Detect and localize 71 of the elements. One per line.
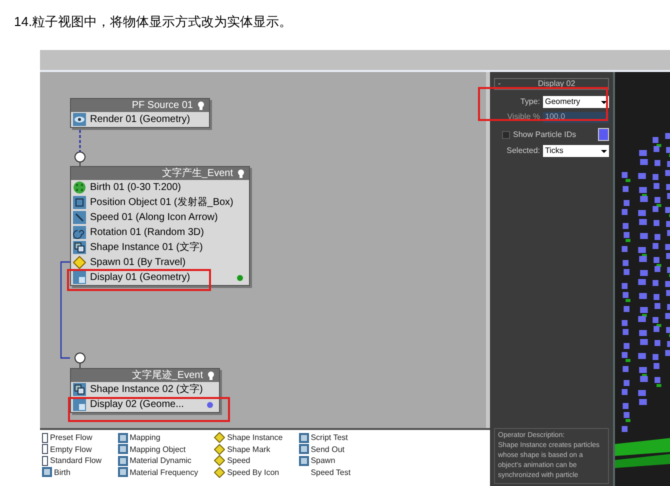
operator-icon	[118, 456, 128, 466]
spiral-icon	[73, 226, 86, 239]
depot-item[interactable]: Empty Flow	[42, 444, 102, 455]
selected-label: Selected:	[506, 145, 540, 157]
type-label: Type:	[520, 96, 540, 108]
caret-icon	[601, 100, 607, 104]
display-icon	[73, 271, 86, 284]
operator-icon	[298, 432, 309, 443]
operator-row[interactable]: Render 01 (Geometry)	[73, 112, 190, 127]
depot-item[interactable]: Preset Flow	[42, 432, 102, 444]
depot-item[interactable]: Standard Flow	[42, 455, 102, 466]
caret-icon	[601, 150, 607, 152]
depot-item[interactable]: Mapping Object	[118, 444, 198, 455]
operator-row[interactable]: Spawn 01 (By Travel)	[73, 255, 186, 270]
operator-icon	[118, 467, 128, 478]
event-node[interactable]: 文字尾迹_Event Shape Instance 02 (文字) Display 02 (Geome...	[70, 368, 220, 413]
depot-item[interactable]: Material Frequency	[118, 466, 198, 478]
depot-item[interactable]: Shape Mark	[214, 444, 283, 455]
depot-item[interactable]: Speed By Icon	[214, 466, 283, 478]
operator-icon	[298, 444, 309, 454]
depot-item[interactable]: Spawn	[298, 455, 351, 466]
visible-label: Visible %	[507, 111, 540, 123]
diamond-icon	[214, 444, 226, 455]
event-title: 文字产生_Event	[162, 167, 233, 180]
operator-row[interactable]: Display 01 (Geometry)	[73, 270, 190, 285]
show-ids-checkbox[interactable]	[502, 130, 510, 138]
event-title: PF Source 01	[132, 99, 193, 112]
depot-item[interactable]: Speed	[214, 455, 283, 466]
dotted-sphere-icon	[73, 181, 86, 194]
connector-drawing	[74, 130, 86, 166]
depot-item[interactable]: Material Dynamic	[118, 455, 198, 466]
depot-item[interactable]: Speed Test	[298, 466, 351, 478]
operator-row[interactable]: Shape Instance 01 (文字)	[73, 240, 203, 255]
connector-drawing	[74, 352, 86, 368]
lightbulb-icon	[237, 169, 245, 178]
event-title: 文字尾迹_Event	[132, 369, 203, 382]
arrow-icon	[73, 211, 86, 224]
operator-row[interactable]: Birth 01 (0-30 T:200)	[73, 180, 181, 195]
diamond-icon	[214, 432, 226, 444]
display-icon	[73, 398, 86, 411]
depot-item[interactable]: Send Out	[298, 444, 351, 455]
operator-row[interactable]: Position Object 01 (发射器_Box)	[73, 195, 234, 210]
operator-icon	[118, 444, 128, 454]
event-node[interactable]: 文字产生_Event Birth 01 (0-30 T:200) Position Object 01 (发射器_Box) Speed 01 (Along Icon Arrow) Rotation 01 (Random 3D) Shape Instance 01 (文字) Spawn 01 (By Travel) Display 01 (Geometry)	[70, 166, 250, 286]
type-dropdown[interactable]: Geometry	[543, 96, 609, 108]
operator-icon	[118, 432, 128, 443]
operator-row[interactable]: Shape Instance 02 (文字)	[73, 382, 203, 397]
depot-item[interactable]: Script Test	[298, 432, 351, 444]
depot-item[interactable]: Birth	[42, 466, 102, 478]
rollout-header[interactable]: - Display 02	[494, 78, 609, 90]
operator-icon	[298, 456, 309, 466]
stacked-squares-icon	[73, 383, 86, 396]
operator-row[interactable]: Speed 01 (Along Icon Arrow)	[73, 210, 218, 225]
lightbulb-icon	[207, 371, 215, 380]
diamond-icon	[73, 256, 86, 269]
stacked-squares-icon	[73, 241, 86, 254]
operator-row[interactable]: Rotation 01 (Random 3D)	[73, 225, 204, 240]
diamond-icon	[214, 455, 226, 466]
selected-dropdown[interactable]: Ticks	[543, 145, 609, 157]
square-icon	[73, 196, 86, 209]
color-swatch[interactable]	[598, 128, 609, 141]
operator-row[interactable]: Display 02 (Geome...	[73, 397, 184, 412]
diamond-icon	[214, 466, 226, 478]
depot-item[interactable]: Shape Instance	[214, 432, 283, 444]
eye-icon	[73, 113, 86, 126]
operator-icon	[42, 467, 52, 478]
event-node[interactable]: PF Source 01 Render 01 (Geometry)	[70, 98, 210, 128]
depot-item[interactable]: Mapping	[118, 432, 198, 444]
caption: 14.粒子视图中，将物体显示方式改为实体显示。	[14, 13, 292, 31]
lightbulb-icon	[197, 101, 205, 110]
show-ids-label: Show Particle IDs	[513, 128, 578, 140]
